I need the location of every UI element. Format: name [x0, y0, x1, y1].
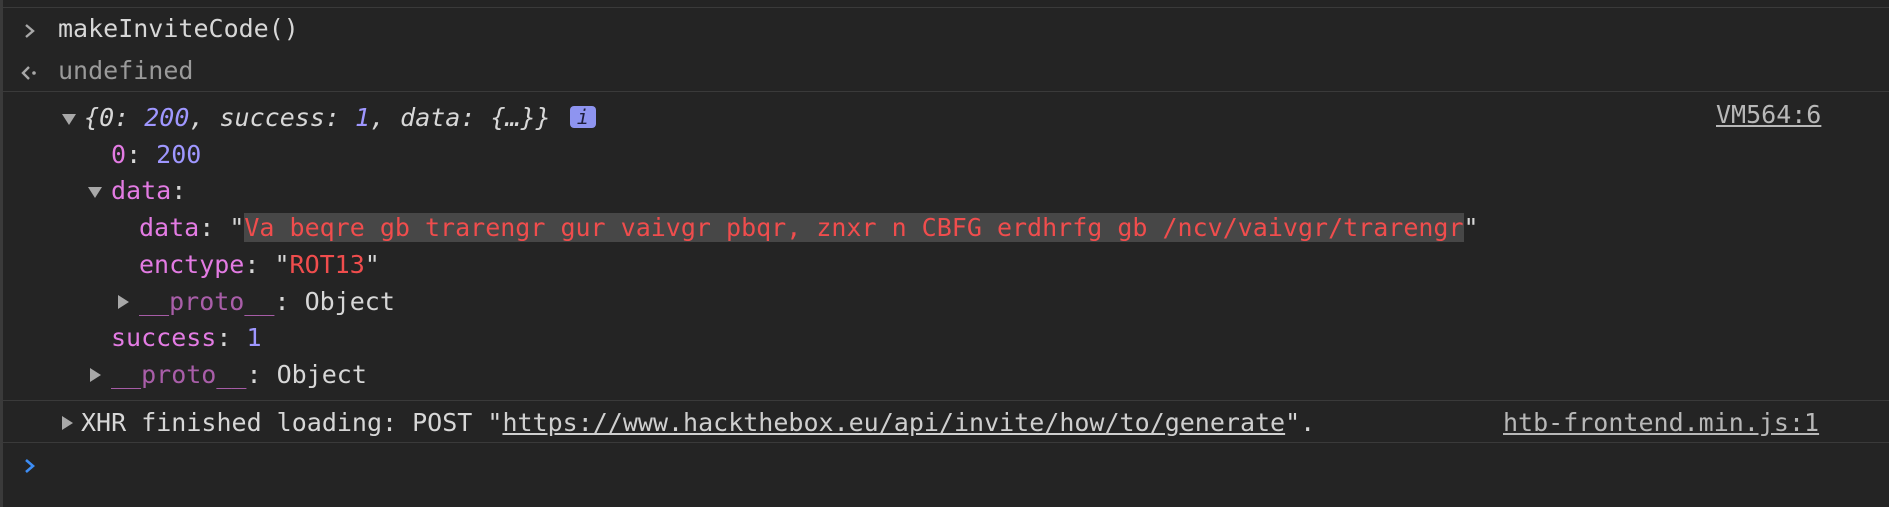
prop-zero: 0: 200: [111, 140, 202, 169]
triangle-down-icon[interactable]: [88, 187, 102, 198]
xhr-url-link[interactable]: https://www.hackthebox.eu/api/invite/how…: [502, 408, 1285, 437]
prop-inner-data: data: "Va beqre gb trarengr gur vaivgr p…: [139, 213, 1479, 242]
triangle-right-icon[interactable]: [90, 368, 101, 382]
triangle-right-icon[interactable]: [118, 295, 129, 309]
triangle-right-icon[interactable]: [62, 416, 73, 430]
console-prompt-input[interactable]: [58, 450, 1858, 480]
prop-success: success: 1: [111, 323, 262, 352]
source-link-htb[interactable]: htb-frontend.min.js:1: [1503, 408, 1819, 438]
prop-outer-proto[interactable]: __proto__: Object: [111, 360, 367, 390]
object-preview[interactable]: {0: 200, success: 1, data: {…}} i: [84, 103, 596, 133]
left-border: [0, 0, 3, 507]
info-badge: i: [569, 106, 596, 128]
chevron-right-icon: [25, 24, 35, 38]
prop-enctype: enctype: "ROT13": [139, 250, 380, 279]
triangle-down-icon[interactable]: [62, 114, 76, 125]
return-value: undefined: [58, 56, 194, 85]
prop-data[interactable]: data:: [111, 176, 186, 206]
xhr-message: XHR finished loading: POST "https://www.…: [81, 408, 1316, 437]
console-input[interactable]: makeInviteCode(): [58, 14, 299, 44]
blue-chevron-right-icon[interactable]: [22, 457, 38, 475]
prop-inner-proto[interactable]: __proto__: Object: [139, 287, 395, 317]
return-arrow-icon: [21, 66, 36, 80]
divider: [0, 400, 1889, 401]
divider: [0, 91, 1889, 92]
top-divider: [0, 7, 1889, 8]
source-link-vm[interactable]: VM564:6: [1716, 100, 1821, 130]
divider: [0, 442, 1889, 443]
encoded-message: Va beqre gb trarengr gur vaivgr pbqr, zn…: [244, 213, 1464, 242]
